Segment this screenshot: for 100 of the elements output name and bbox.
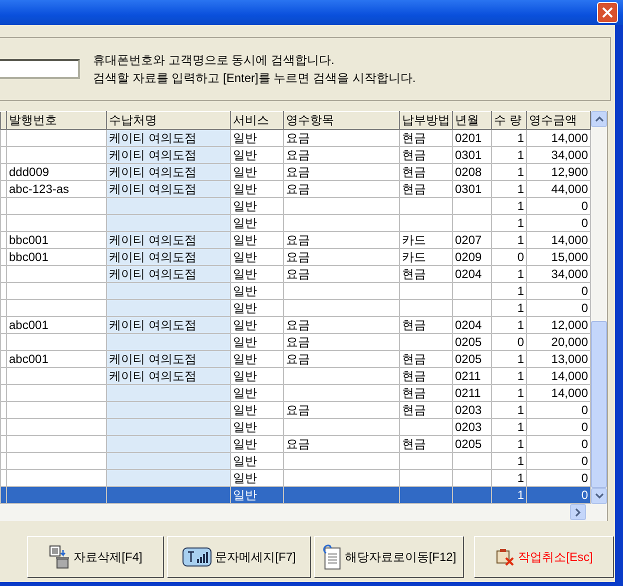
table-cell: 20,000: [551, 334, 588, 348]
column-header[interactable]: 납부방법: [400, 112, 452, 130]
table-row[interactable]: 일반 1 0: [0, 470, 590, 486]
table-cell: 0: [581, 488, 588, 502]
search-field[interactable]: [0, 59, 80, 79]
table-cell: 케이티 여의도점: [109, 164, 196, 178]
table-cell: 현금: [402, 164, 426, 178]
trash-icon: [48, 545, 71, 569]
table-cell: 요금: [286, 266, 310, 280]
column-header[interactable]: 수 량: [492, 112, 526, 130]
table-cell: 요금: [286, 130, 310, 144]
table-cell: 0207: [455, 232, 482, 246]
table-row[interactable]: 일반 현금 0211 1 14,000: [0, 384, 590, 402]
toolbar-button[interactable]: 문자메세지[F7]: [167, 536, 311, 578]
table-cell: 요금: [286, 148, 310, 162]
table-row[interactable]: 케이티 여의도점 일반 현금 0211 1 14,000: [0, 368, 590, 384]
column-header[interactable]: 발행번호: [6, 112, 106, 130]
table-cell: 0203: [455, 420, 482, 434]
table-row[interactable]: 케이티 여의도점 일반 요금 현금 0201 1 14,000: [0, 130, 590, 146]
table-row[interactable]: abc-123-as 케이티 여의도점 일반 요금 현금 0301 1 44,000: [0, 180, 590, 198]
table-row[interactable]: 일반 1 0: [0, 300, 590, 316]
table-cell: 1: [517, 198, 524, 212]
table-cell: 1: [517, 216, 524, 230]
table-row[interactable]: 일반 1 0: [0, 282, 590, 300]
table-cell: 현금: [402, 148, 426, 162]
table-cell: 케이티 여의도점: [109, 130, 196, 144]
table-row[interactable]: abc001 케이티 여의도점 일반 요금 현금 0204 1 12,000: [0, 316, 590, 334]
column-header[interactable]: 영수항목: [284, 112, 400, 130]
table-cell: 34,000: [551, 148, 588, 162]
toolbar-button[interactable]: 자료삭제[F4]: [27, 536, 164, 578]
table-cell: 요금: [286, 318, 310, 332]
table-cell: 13,000: [551, 352, 588, 366]
table-cell: 1: [517, 164, 524, 178]
chevron-down-icon: [594, 493, 604, 499]
table-cell: 0211: [455, 386, 481, 400]
table-cell: 케이티 여의도점: [109, 266, 196, 280]
table-row[interactable]: 일반 1 0: [0, 486, 590, 504]
column-header[interactable]: 영수금액: [526, 112, 590, 130]
table-cell: ddd009: [9, 164, 50, 178]
table-cell: bbc001: [9, 250, 48, 264]
scroll-down-button[interactable]: [591, 488, 607, 504]
toolbar-button[interactable]: 해당자료로이동[F12]: [314, 536, 464, 578]
scroll-right-button[interactable]: [570, 504, 586, 520]
table-cell: 0: [581, 284, 588, 298]
table-cell: 일반: [233, 470, 257, 484]
column-header[interactable]: 년월: [452, 112, 492, 130]
table-cell: 1: [517, 368, 524, 382]
table-cell: abc001: [9, 318, 48, 332]
table-cell: 일반: [233, 130, 257, 144]
table-row[interactable]: 일반 요금 0205 0 20,000: [0, 334, 590, 350]
table-cell: 요금: [286, 334, 310, 348]
scroll-up-button[interactable]: [591, 111, 607, 127]
table-cell: 1: [517, 300, 524, 314]
table-row[interactable]: 케이티 여의도점 일반 요금 현금 0301 1 34,000: [0, 146, 590, 164]
table-cell: 0211: [455, 368, 481, 382]
table-row[interactable]: 일반 1 0: [0, 198, 590, 214]
table-row[interactable]: 일반 요금 현금 0203 1 0: [0, 402, 590, 418]
table-cell: 현금: [402, 368, 426, 382]
table-row[interactable]: 케이티 여의도점 일반 요금 현금 0204 1 34,000: [0, 266, 590, 282]
table-cell: 0: [581, 198, 588, 212]
table-cell: 케이티 여의도점: [109, 148, 196, 162]
table-row[interactable]: 일반 요금 현금 0205 1 0: [0, 436, 590, 452]
table-row[interactable]: ddd009 케이티 여의도점 일반 요금 현금 0208 1 12,900: [0, 164, 590, 180]
table-row[interactable]: bbc001 케이티 여의도점 일반 요금 카드 0209 0 15,000: [0, 248, 590, 266]
table-row[interactable]: 일반 0203 1 0: [0, 418, 590, 436]
table-cell: 일반: [233, 334, 257, 348]
table-cell: 현금: [402, 182, 426, 196]
table-row[interactable]: bbc001 케이티 여의도점 일반 요금 카드 0207 1 14,000: [0, 232, 590, 248]
table-cell: 0209: [455, 250, 482, 264]
table-cell: 0: [581, 470, 588, 484]
table-cell: 1: [517, 148, 524, 162]
table-cell: 일반: [233, 386, 257, 400]
table-row[interactable]: 일반 1 0: [0, 452, 590, 470]
table-cell: 일반: [233, 164, 257, 178]
table-cell: 일반: [233, 318, 257, 332]
column-header[interactable]: 서비스: [230, 112, 284, 130]
table-cell: 일반: [233, 182, 257, 196]
table-cell: 14,000: [551, 232, 588, 246]
table-cell: 0205: [455, 334, 482, 348]
table-cell: 1: [517, 130, 524, 144]
table-row[interactable]: abc001 케이티 여의도점 일반 요금 현금 0205 1 13,000: [0, 350, 590, 368]
table-cell: 0301: [455, 148, 482, 162]
table-cell: 요금: [286, 232, 310, 246]
table-cell: 일반: [233, 368, 257, 382]
table-cell: 34,000: [551, 266, 588, 280]
table-row[interactable]: 일반 1 0: [0, 214, 590, 232]
table-cell: 일반: [233, 148, 257, 162]
table-cell: 일반: [233, 250, 257, 264]
column-header[interactable]: 수납처명: [106, 112, 230, 130]
table-cell: 요금: [286, 352, 310, 366]
chevron-right-icon: [575, 508, 581, 516]
table-cell: 현금: [402, 130, 426, 144]
table-cell: 요금: [286, 250, 310, 264]
close-button[interactable]: [597, 2, 618, 23]
scroll-thumb[interactable]: [591, 321, 607, 488]
vertical-scrollbar[interactable]: [591, 111, 607, 504]
table-cell: abc001: [9, 352, 48, 366]
table-cell: 일반: [233, 198, 257, 212]
table-cell: 케이티 여의도점: [109, 352, 196, 366]
table-cell: 1: [517, 436, 524, 450]
